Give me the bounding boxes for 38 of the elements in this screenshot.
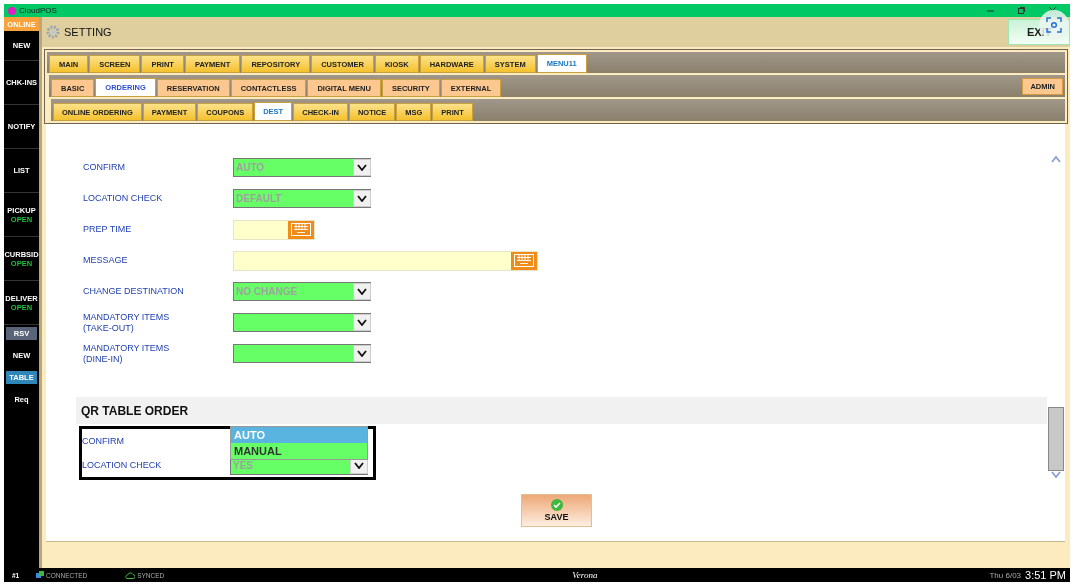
keyboard-icon (291, 223, 311, 236)
field-label: CONFIRM (83, 162, 126, 173)
field-label: PREP TIME (83, 224, 133, 235)
dropdown-select[interactable] (233, 344, 371, 363)
scroll-up-icon[interactable] (1051, 156, 1061, 163)
store-name: Verona (572, 570, 598, 580)
minimize-icon[interactable] (987, 7, 994, 14)
keyboard-icon (514, 254, 534, 267)
input-field[interactable] (233, 219, 315, 240)
date: Thu 6/03 (989, 570, 1022, 580)
field-label: MANDATORY ITEMS (DINE-IN) (83, 342, 171, 365)
field-label: CONFIRM (82, 435, 125, 447)
chevron-down-icon (357, 195, 367, 202)
chevron-down-icon (357, 288, 367, 295)
field-label: CHANGE DESTINATION (83, 286, 185, 297)
network-icon (36, 571, 44, 579)
app-icon (8, 6, 16, 15)
section-title: QR TABLE ORDER (81, 403, 189, 418)
chevron-down-icon (354, 461, 364, 469)
check-icon (550, 499, 563, 511)
page-title: SETTING (64, 26, 112, 38)
input-field[interactable] (233, 250, 538, 271)
gear-icon (46, 25, 60, 39)
scrollbar-thumb[interactable] (1048, 407, 1064, 471)
chevron-down-icon (357, 350, 367, 357)
chevron-down-icon (357, 164, 367, 171)
time: 3:51 PM (1025, 569, 1066, 581)
chevron-down-icon (357, 319, 367, 326)
field-label: LOCATION CHECK (83, 193, 164, 204)
save-button[interactable]: SAVE (521, 494, 592, 527)
window-title: CloudPOS (19, 6, 57, 15)
cloud-icon (125, 571, 136, 579)
field-label: LOCATION CHECK (82, 459, 163, 471)
field-label: MESSAGE (83, 255, 129, 266)
field-label: MANDATORY ITEMS (TAKE-OUT) (83, 311, 171, 334)
scroll-down-icon[interactable] (1051, 471, 1061, 478)
dropdown-select[interactable] (233, 313, 371, 332)
restore-icon[interactable] (1018, 7, 1025, 14)
